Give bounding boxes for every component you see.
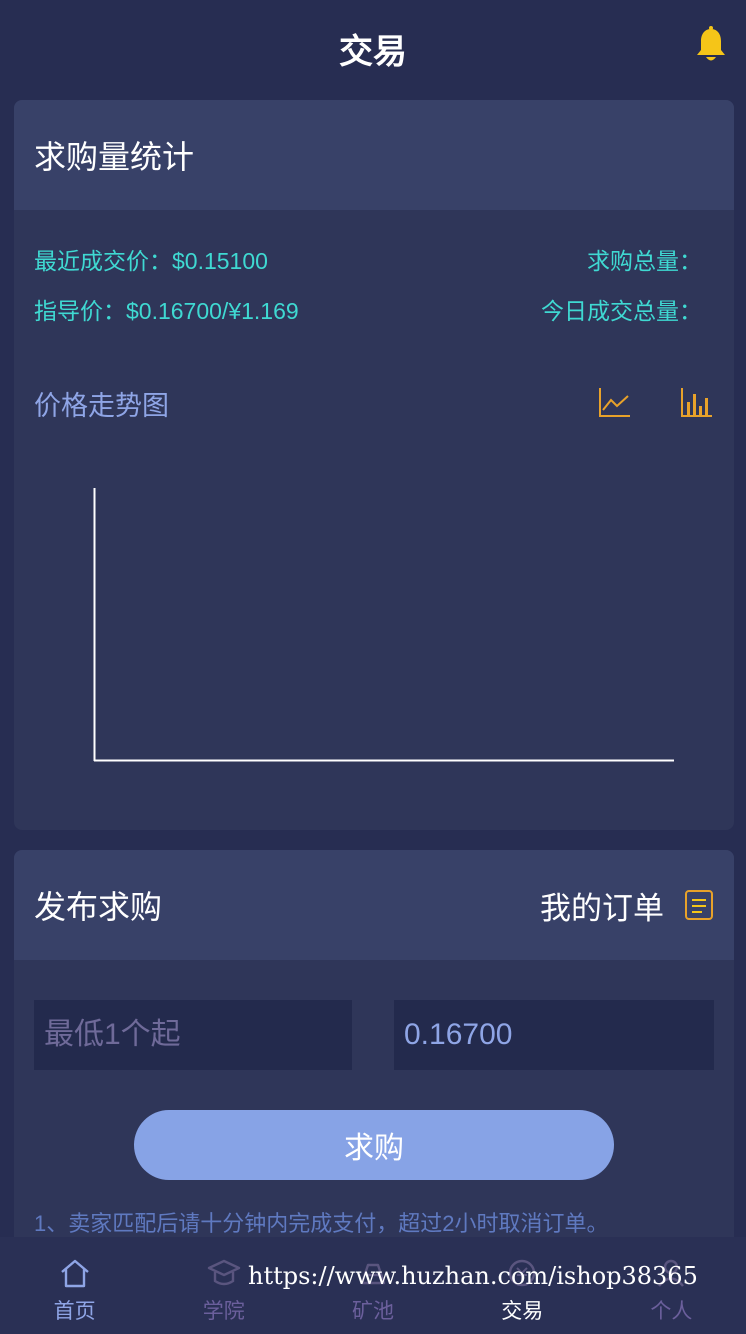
latest-price-value: $0.15100 [172,248,268,274]
trend-title: 价格走势图 [34,391,169,421]
price-trend-chart [93,488,674,762]
stat-row-1: 最近成交价：$0.15100 求购总量： [34,242,702,276]
guide-price: 指导价：$0.16700/¥1.169 [34,292,299,326]
line-chart-icon[interactable] [598,384,632,420]
today-volume-label: 今日成交总量： [541,298,702,324]
demand-stats-card: 求购量统计 最近成交价：$0.15100 求购总量： 指导价：$0.16700/… [14,100,734,830]
demand-stats-header: 求购量统计 [14,100,734,210]
buy-button[interactable]: 求购 [134,1110,614,1180]
bar-chart-icon[interactable] [680,384,714,420]
my-orders-label: 我的订单 [540,890,664,926]
tab-mining-pool-label: 矿池 [352,1300,394,1323]
guide-price-value: $0.16700/¥1.169 [126,298,299,324]
latest-price: 最近成交价：$0.15100 [34,242,268,276]
top-bar: 交易 [0,0,746,96]
graduation-cap-icon [207,1259,240,1286]
tab-home-label: 首页 [53,1300,96,1323]
price-input[interactable] [394,1000,714,1070]
bell-icon[interactable] [694,26,728,64]
latest-price-label: 最近成交价： [34,248,172,274]
page-title: 交易 [339,32,407,71]
tab-profile-label: 个人 [650,1300,693,1323]
quantity-input[interactable] [34,1000,352,1070]
guide-price-label: 指导价： [34,298,126,324]
tab-academy-label: 学院 [202,1300,245,1323]
document-icon [685,890,713,920]
demand-stats-title: 求购量统计 [34,139,195,175]
post-demand-title: 发布求购 [34,889,163,925]
post-demand-card: 发布求购 我的订单 求购 1、卖家匹配后请十分钟内完成支付，超过2小时取消订单。 [14,850,734,1250]
my-orders-link[interactable]: 我的订单 [540,883,714,928]
tab-home[interactable]: 首页 [0,1237,149,1334]
home-icon [60,1259,89,1288]
stat-row-2: 指导价：$0.16700/¥1.169 今日成交总量： [34,292,702,326]
post-demand-header: 发布求购 我的订单 [14,850,734,960]
watermark: https://www.huzhan.com/ishop38365 [248,1262,698,1290]
payment-notice: 1、卖家匹配后请十分钟内完成支付，超过2小时取消订单。 [34,1211,609,1236]
total-demand-label: 求购总量： [587,248,702,274]
tab-trade-label: 交易 [501,1300,544,1323]
